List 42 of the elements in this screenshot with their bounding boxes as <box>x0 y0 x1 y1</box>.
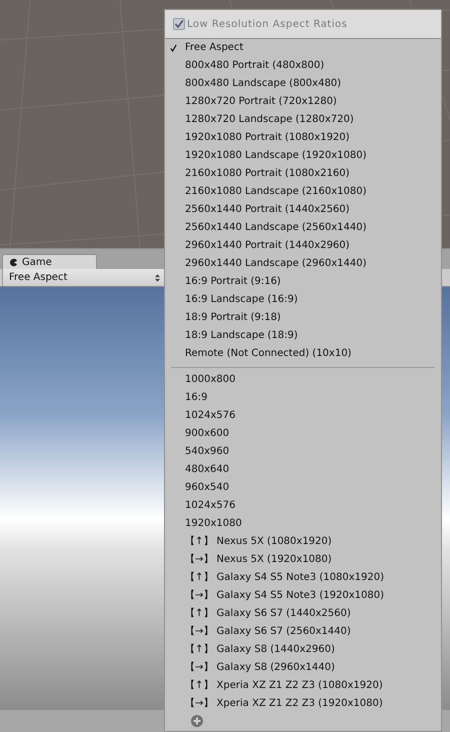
menu-item[interactable]: 【→】 Nexus 5X (1920x1080) <box>165 551 441 569</box>
menu-item[interactable]: 【↑】 Xperia XZ Z1 Z2 Z3 (1080x1920) <box>165 677 441 695</box>
menu-item[interactable]: 1920x1080 <box>165 515 441 533</box>
menu-item[interactable]: Free Aspect <box>165 39 441 57</box>
add-icon[interactable] <box>191 715 203 727</box>
menu-item[interactable]: Remote (Not Connected) (10x10) <box>165 345 441 363</box>
pacman-icon <box>9 258 18 266</box>
menu-item[interactable]: 480x640 <box>165 461 441 479</box>
menu-item[interactable]: 【→】 Galaxy S4 S5 Note3 (1920x1080) <box>165 587 441 605</box>
up-down-arrow-icon <box>155 274 160 282</box>
menu-item[interactable]: 16:9 <box>165 389 441 407</box>
menu-item[interactable]: 1280x720 Landscape (1280x720) <box>165 111 441 129</box>
menu-item[interactable]: 2560x1440 Landscape (2560x1440) <box>165 219 441 237</box>
menu-item[interactable]: 1920x1080 Portrait (1080x1920) <box>165 129 441 147</box>
menu-item[interactable]: 18:9 Portrait (9:18) <box>165 309 441 327</box>
menu-item[interactable]: 2160x1080 Landscape (2160x1080) <box>165 183 441 201</box>
menu-item[interactable]: 18:9 Landscape (18:9) <box>165 327 441 345</box>
menu-item[interactable]: 900x600 <box>165 425 441 443</box>
menu-item[interactable]: 800x480 Portrait (480x800) <box>165 57 441 75</box>
menu-item[interactable]: 2960x1440 Portrait (1440x2960) <box>165 237 441 255</box>
menu-item[interactable]: 1920x1080 Landscape (1920x1080) <box>165 147 441 165</box>
menu-item[interactable]: 【↑】 Galaxy S4 S5 Note3 (1080x1920) <box>165 569 441 587</box>
menu-item[interactable]: 【→】 Galaxy S8 (2960x1440) <box>165 659 441 677</box>
menu-item[interactable]: 【↑】 Nexus 5X (1080x1920) <box>165 533 441 551</box>
menu-item[interactable]: 1280x720 Portrait (720x1280) <box>165 93 441 111</box>
game-tab[interactable]: Game <box>2 254 97 269</box>
menu-item[interactable]: 【→】 Xperia XZ Z1 Z2 Z3 (1920x1080) <box>165 695 441 713</box>
menu-item[interactable]: 16:9 Landscape (16:9) <box>165 291 441 309</box>
menu-item[interactable]: 16:9 Portrait (9:16) <box>165 273 441 291</box>
menu-item[interactable]: 1000x800 <box>165 371 441 389</box>
menu-item[interactable]: 540x960 <box>165 443 441 461</box>
menu-item[interactable]: 【↑】 Galaxy S6 S7 (1440x2560) <box>165 605 441 623</box>
menu-item[interactable]: 2560x1440 Portrait (1440x2560) <box>165 201 441 219</box>
aspect-dropdown[interactable]: Free Aspect <box>2 269 165 286</box>
menu-item[interactable]: 1024x576 <box>165 407 441 425</box>
menu-item[interactable]: 1024x576 <box>165 497 441 515</box>
menu-item[interactable]: 960x540 <box>165 479 441 497</box>
menu-item[interactable]: 800x480 Landscape (800x480) <box>165 75 441 93</box>
menu-item[interactable]: 【→】 Galaxy S6 S7 (2560x1440) <box>165 623 441 641</box>
menu-item[interactable]: 【↑】 Galaxy S8 (1440x2960) <box>165 641 441 659</box>
menu-item[interactable]: 2960x1440 Landscape (2960x1440) <box>165 255 441 273</box>
menu-item[interactable]: 2160x1080 Portrait (1080x2160) <box>165 165 441 183</box>
